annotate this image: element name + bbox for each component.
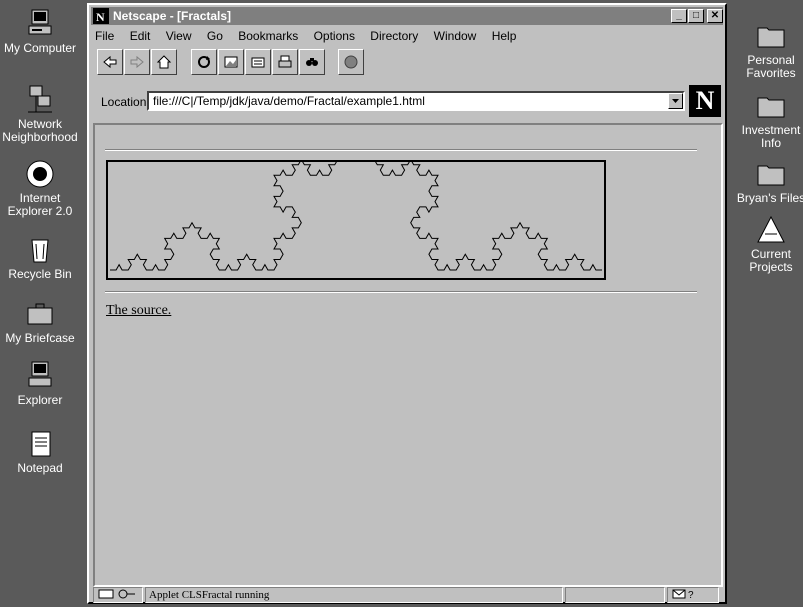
- reload-icon: [198, 56, 210, 68]
- stop-button[interactable]: [338, 49, 364, 75]
- menu-directory[interactable]: Directory: [370, 27, 418, 45]
- menu-edit[interactable]: Edit: [130, 27, 151, 45]
- explorer-icon: [28, 361, 52, 387]
- location-input[interactable]: [147, 91, 685, 111]
- minimize-button[interactable]: _: [671, 9, 687, 23]
- koch-fractal-drawing: [110, 126, 602, 271]
- home-icon: [156, 55, 172, 69]
- menu-file[interactable]: File: [95, 27, 114, 45]
- desktop-label: Investment Info: [741, 123, 801, 150]
- horizontal-rule: [105, 291, 697, 293]
- fractal-applet: [106, 126, 606, 280]
- menu-options[interactable]: Options: [314, 27, 355, 45]
- briefcase-icon: [27, 303, 53, 325]
- menu-bar: File Edit View Go Bookmarks Options Dire…: [95, 27, 528, 45]
- menu-go[interactable]: Go: [207, 27, 223, 45]
- back-icon: [103, 55, 117, 69]
- security-key-icon: [98, 589, 135, 599]
- desktop-label: Current Projects: [749, 247, 793, 274]
- print-button[interactable]: [272, 49, 298, 75]
- progress-cell: [565, 587, 665, 603]
- desktop-icon-investment-info[interactable]: Investment Info: [731, 90, 803, 150]
- window-title: Netscape - [Fractals]: [113, 9, 232, 23]
- menu-window[interactable]: Window: [434, 27, 477, 45]
- mail-icon: ?: [672, 589, 694, 601]
- chevron-down-icon: [672, 99, 679, 103]
- desktop-label: Notepad: [17, 461, 63, 475]
- folder-icon: [757, 165, 785, 186]
- desktop-label: Internet Explorer 2.0: [7, 191, 73, 218]
- network-neighborhood-icon: [28, 85, 52, 113]
- mail-indicator[interactable]: ?: [667, 587, 719, 603]
- close-button[interactable]: ✕: [707, 9, 723, 23]
- desktop-icon-my-computer[interactable]: My Computer: [0, 8, 80, 55]
- location-label: Location:: [101, 95, 150, 109]
- desktop-icon-recycle-bin[interactable]: Recycle Bin: [0, 234, 80, 281]
- location-dropdown-button[interactable]: [668, 93, 683, 109]
- reload-button[interactable]: [191, 49, 217, 75]
- images-icon: [224, 56, 238, 68]
- back-button[interactable]: [97, 49, 123, 75]
- projects-shortcut-icon: [757, 215, 785, 243]
- security-indicator[interactable]: [93, 587, 143, 603]
- desktop-label: My Briefcase: [5, 331, 75, 345]
- fractal-curve: [110, 126, 602, 271]
- netscape-logo[interactable]: N: [689, 85, 721, 117]
- status-message: Applet CLSFractal running: [145, 587, 563, 603]
- desktop-icon-personal-favorites[interactable]: Personal Favorites: [731, 20, 803, 80]
- my-computer-icon: [28, 9, 52, 35]
- open-icon: [251, 57, 265, 68]
- netscape-window: N Netscape - [Fractals] _ □ ✕ File Edit …: [87, 3, 727, 604]
- location-bar: Location:: [101, 91, 721, 115]
- netscape-app-icon: N: [93, 8, 109, 24]
- desktop-label: Bryan's Files: [736, 191, 803, 205]
- horizontal-rule: [105, 149, 697, 151]
- folder-icon: [757, 27, 785, 48]
- title-bar[interactable]: N Netscape - [Fractals] _ □ ✕: [91, 7, 723, 25]
- recycle-bin-icon: [31, 239, 49, 263]
- forward-button[interactable]: [124, 49, 150, 75]
- desktop-icon-ie[interactable]: Internet Explorer 2.0: [0, 158, 80, 218]
- desktop-icon-network[interactable]: Network Neighborhood: [0, 84, 80, 144]
- desktop-icon-explorer[interactable]: Explorer: [0, 360, 80, 407]
- find-button[interactable]: [299, 49, 325, 75]
- desktop-icon-briefcase[interactable]: My Briefcase: [0, 298, 80, 345]
- status-bar: Applet CLSFractal running ?: [93, 587, 723, 603]
- images-button[interactable]: [218, 49, 244, 75]
- desktop-label: Network Neighborhood: [2, 117, 78, 144]
- desktop-icon-bryans-files[interactable]: Bryan's Files: [731, 158, 803, 205]
- source-link[interactable]: The source.: [106, 303, 171, 319]
- home-button[interactable]: [151, 49, 177, 75]
- page-content: The source.: [93, 123, 723, 587]
- find-icon: [306, 58, 318, 66]
- menu-bookmarks[interactable]: Bookmarks: [238, 27, 298, 45]
- menu-view[interactable]: View: [166, 27, 192, 45]
- desktop-label: Recycle Bin: [8, 267, 72, 281]
- stop-icon: [344, 55, 358, 69]
- svg-text:N: N: [96, 10, 105, 24]
- maximize-button[interactable]: □: [688, 9, 704, 23]
- notepad-icon: [31, 431, 51, 457]
- menu-help[interactable]: Help: [492, 27, 517, 45]
- svg-text:?: ?: [688, 590, 694, 600]
- open-button[interactable]: [245, 49, 271, 75]
- folder-icon: [757, 97, 785, 118]
- forward-icon: [130, 55, 144, 69]
- desktop-label: My Computer: [3, 41, 77, 55]
- desktop-label: Explorer: [17, 393, 63, 407]
- print-icon: [278, 55, 292, 68]
- desktop-label: Personal Favorites: [746, 53, 796, 80]
- internet-explorer-icon: [26, 160, 54, 188]
- desktop-icon-notepad[interactable]: Notepad: [0, 428, 80, 475]
- desktop-icon-current-projects[interactable]: Current Projects: [731, 214, 803, 274]
